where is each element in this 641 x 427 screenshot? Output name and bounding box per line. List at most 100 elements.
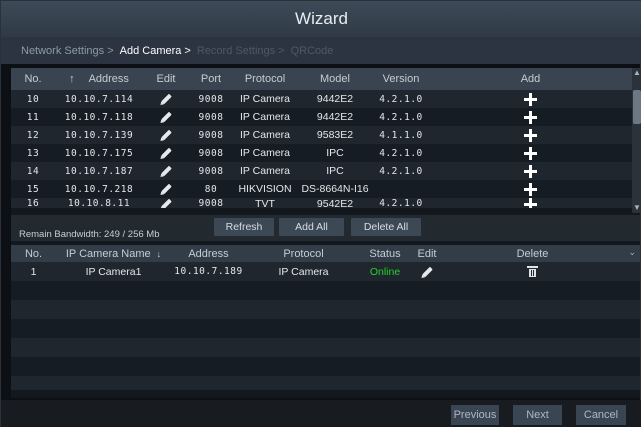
cancel-button[interactable]: Cancel [576, 405, 626, 425]
cell-model: 9442E2 [316, 93, 354, 105]
cell-address: 10.10.7.187 [64, 165, 134, 177]
cell-delete [445, 266, 620, 278]
cell-version: 4.2.1.0 [379, 111, 423, 123]
header-port[interactable]: Port [189, 73, 233, 85]
cell-no: 13 [26, 147, 40, 159]
cell-port: 9008 [198, 198, 224, 208]
empty-row [11, 319, 640, 338]
scroll-up-icon[interactable]: ▲ [632, 68, 641, 78]
cell-address: 10.10.7.175 [64, 147, 134, 159]
cell-port: 9008 [198, 93, 224, 105]
header-status[interactable]: Status [361, 248, 409, 260]
cell-address: 10.10.8.11 [67, 198, 131, 208]
cell-model: 9583E2 [316, 129, 354, 141]
device-search-table: No. ↑ Address Edit Port Protocol Model Ve… [11, 68, 632, 213]
pencil-icon[interactable] [160, 93, 172, 105]
cell-add [429, 92, 632, 106]
delete-all-button[interactable]: Delete All [351, 218, 421, 236]
table-row[interactable]: 12 10.10.7.139 9008 IP Camera 9583E2 4.1.1.0 [11, 126, 632, 144]
header-no[interactable]: No. [11, 248, 56, 260]
cell-edit [143, 111, 189, 123]
added-rows: 1 IP Camera1 10.10.7.189 IP Camera Online [11, 262, 640, 390]
previous-button[interactable]: Previous [451, 405, 499, 425]
table-row[interactable]: 14 10.10.7.187 9008 IP Camera IPC 4.2.1.0 [11, 162, 632, 180]
plus-icon[interactable] [524, 92, 537, 106]
cell-protocol: IP Camera [240, 93, 290, 105]
cell-no: 16 [26, 198, 40, 208]
sort-asc-icon: ↑ [69, 73, 75, 85]
header-camera-name[interactable]: IP Camera Name ↓ [56, 248, 171, 260]
cell-edit [143, 93, 189, 105]
header-edit: Edit [417, 247, 437, 260]
cell-add [429, 182, 632, 196]
empty-row [11, 376, 640, 390]
header-address[interactable]: ↑ Address [55, 73, 143, 85]
table-row[interactable]: 10 10.10.7.114 9008 IP Camera 9442E2 4.2.1.0 [11, 90, 632, 108]
cell-address: 10.10.7.218 [64, 183, 134, 195]
cell-protocol: IP Camera [240, 111, 290, 123]
plus-icon[interactable] [524, 128, 537, 142]
status-badge: Online [369, 265, 401, 278]
plus-icon[interactable] [524, 164, 537, 178]
plus-icon[interactable] [524, 146, 537, 160]
cell-edit [143, 198, 189, 208]
cell-address: 10.10.7.114 [64, 93, 134, 105]
header-protocol[interactable]: Protocol [246, 248, 361, 260]
header-address[interactable]: Address [171, 248, 246, 260]
cell-no: 10 [26, 93, 40, 105]
cell-protocol: IP Camera [240, 129, 290, 141]
header-edit: Edit [156, 73, 176, 85]
cell-add [429, 110, 632, 124]
pencil-icon[interactable] [160, 198, 172, 208]
device-table-scrollbar[interactable]: ▲ ▼ [632, 68, 641, 213]
cell-version: 4.2.1.0 [379, 93, 423, 105]
table-row[interactable]: 16 10.10.8.11 9008 TVT 9542E2 4.2.1.0 [11, 198, 632, 208]
header-no[interactable]: No. [11, 73, 55, 85]
cell-version: 4.2.1.0 [379, 198, 423, 208]
table-row[interactable]: 1 IP Camera1 10.10.7.189 IP Camera Online [11, 262, 640, 281]
empty-row [11, 357, 640, 376]
pencil-icon[interactable] [421, 266, 433, 278]
cell-port: 9008 [198, 165, 224, 177]
chevron-down-icon[interactable]: ⌄ [628, 247, 636, 258]
step-network-settings[interactable]: Network Settings > [21, 45, 114, 57]
pencil-icon[interactable] [160, 183, 172, 195]
pencil-icon[interactable] [160, 147, 172, 159]
cell-protocol: IP Camera [278, 265, 329, 278]
refresh-button[interactable]: Refresh [214, 218, 274, 236]
cell-address: 10.10.7.139 [64, 129, 134, 141]
empty-row [11, 300, 640, 319]
plus-icon[interactable] [524, 110, 537, 124]
scroll-thumb[interactable] [633, 90, 641, 124]
cell-no: 12 [26, 129, 40, 141]
plus-icon[interactable] [524, 198, 537, 208]
trash-icon[interactable] [527, 266, 538, 278]
cell-port: 9008 [198, 147, 224, 159]
header-version[interactable]: Version [373, 73, 429, 85]
cell-camera-name: IP Camera1 [85, 265, 142, 278]
step-add-camera[interactable]: Add Camera > [120, 45, 191, 57]
window-title: Wizard [1, 1, 641, 37]
trash-body [529, 269, 536, 278]
pencil-icon[interactable] [160, 111, 172, 123]
scroll-down-icon[interactable]: ▼ [632, 203, 641, 213]
table-row[interactable]: 13 10.10.7.175 9008 IP Camera IPC 4.2.1.0 [11, 144, 632, 162]
cell-protocol: TVT [255, 198, 275, 208]
cell-model: 9542E2 [316, 198, 354, 208]
pencil-icon[interactable] [160, 165, 172, 177]
cell-model: IPC [326, 147, 344, 159]
cell-edit [143, 147, 189, 159]
header-protocol[interactable]: Protocol [233, 73, 297, 85]
pencil-icon[interactable] [160, 129, 172, 141]
empty-row [11, 338, 640, 357]
plus-icon[interactable] [524, 182, 537, 196]
step-record-settings: Record Settings > [196, 44, 285, 57]
cell-model: IPC [326, 165, 344, 177]
cell-edit [143, 183, 189, 195]
next-button[interactable]: Next [513, 405, 562, 425]
header-model[interactable]: Model [297, 73, 373, 85]
table-row[interactable]: 15 10.10.7.218 80 HIKVISION DS-8664N-I16 [11, 180, 632, 198]
add-all-button[interactable]: Add All [279, 218, 344, 236]
table-row[interactable]: 11 10.10.7.118 9008 IP Camera 9442E2 4.2.1.0 [11, 108, 632, 126]
header-delete: Delete [516, 247, 549, 260]
